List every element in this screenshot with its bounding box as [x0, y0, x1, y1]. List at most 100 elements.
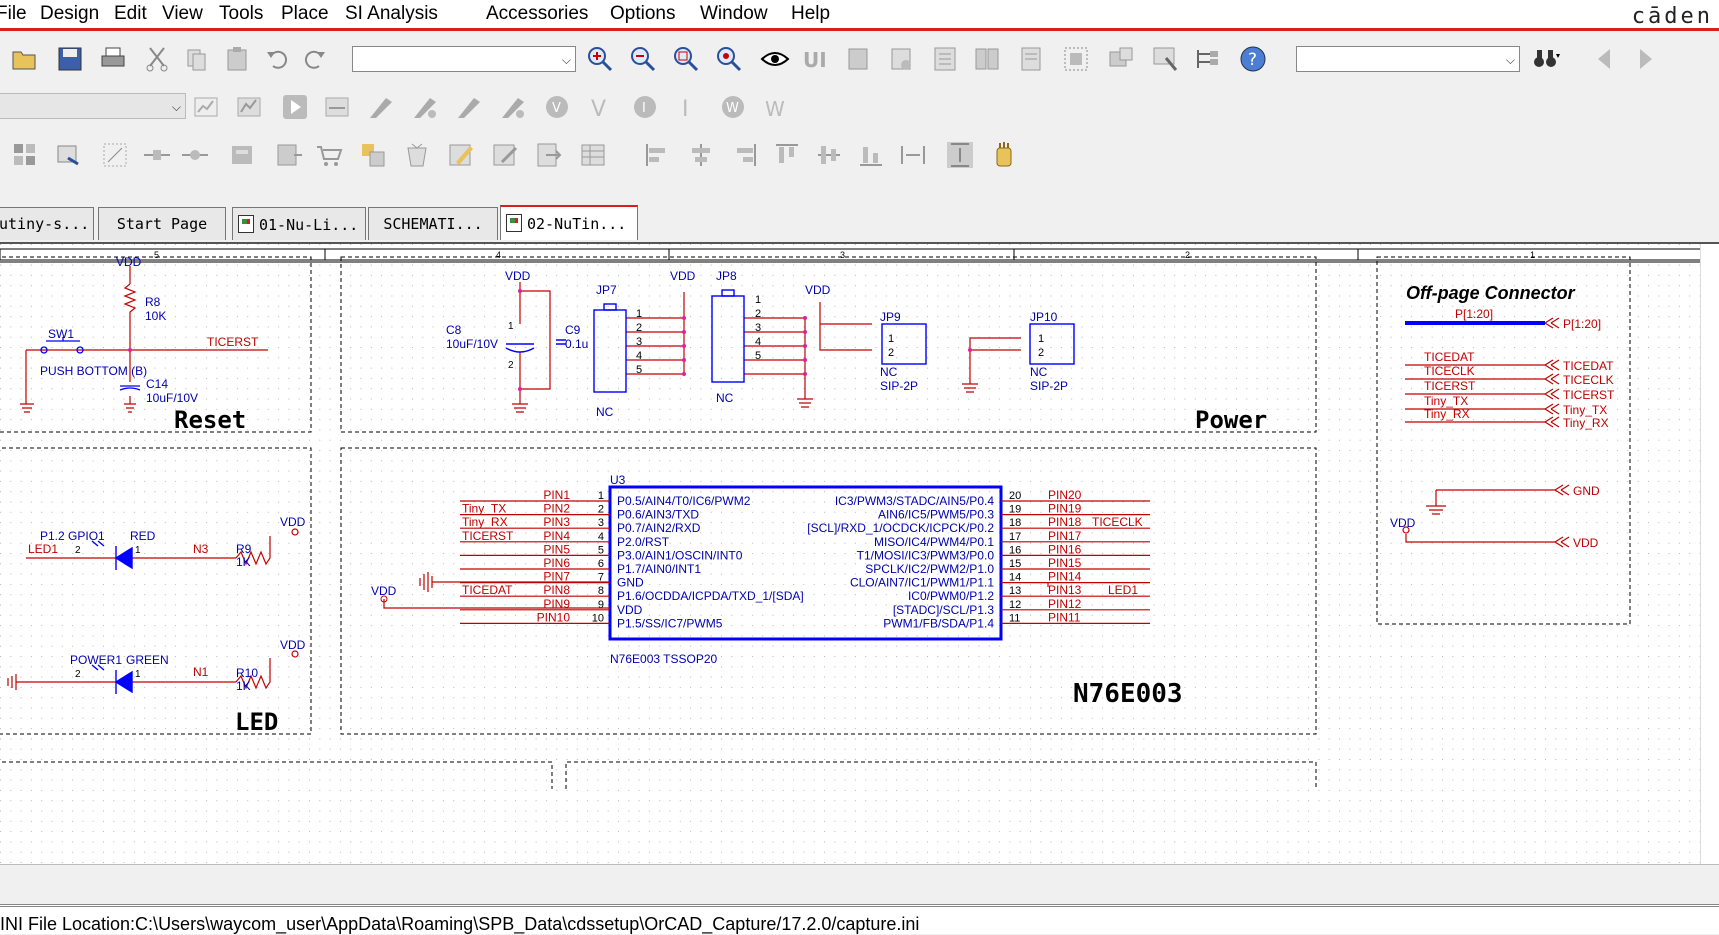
- chevron-down-icon: ⌵: [1505, 53, 1515, 67]
- bias-i-toggle-icon[interactable]: I: [674, 92, 704, 122]
- mcu-left-pin-function: P1.6/OCDDA/ICPDA/TXD_1/[SDA]: [617, 589, 804, 603]
- bias-i-icon[interactable]: I: [630, 92, 660, 122]
- profile-combo[interactable]: ⌵: [0, 93, 186, 119]
- cart-icon[interactable]: [314, 140, 344, 170]
- print-icon[interactable]: [98, 44, 128, 74]
- eye-icon[interactable]: [760, 44, 790, 74]
- hand-icon[interactable]: [990, 140, 1020, 170]
- run-icon[interactable]: [280, 92, 310, 122]
- footprint-icon[interactable]: [358, 140, 388, 170]
- paste-icon[interactable]: [222, 44, 252, 74]
- grid-toggle-icon[interactable]: [100, 140, 130, 170]
- bias-w-icon[interactable]: W: [718, 92, 748, 122]
- mcu-left-pin-function: P1.5/SS/IC7/PWM5: [617, 616, 723, 630]
- mcu-right-pin-num: 15: [1009, 558, 1021, 570]
- tab-label: 02-NuTin...: [527, 215, 627, 233]
- ascend-icon[interactable]: [1016, 44, 1046, 74]
- place-part-icon[interactable]: [274, 140, 304, 170]
- align-middle-icon[interactable]: [814, 140, 844, 170]
- help-icon[interactable]: ?: [1238, 44, 1268, 74]
- redo-icon[interactable]: [300, 44, 330, 74]
- new-part-icon[interactable]: [886, 44, 916, 74]
- schematic-canvas[interactable]: 5 4 3 2 1 VDD R8 10K SW1 TICERST PUSH BO…: [0, 244, 1719, 864]
- align-right-icon[interactable]: [730, 140, 760, 170]
- results-icon[interactable]: [323, 92, 353, 122]
- prev-icon[interactable]: [1590, 44, 1620, 74]
- edit-note-icon[interactable]: [490, 140, 520, 170]
- d1-ref: P1.2 GPIO1: [40, 529, 105, 543]
- diff-marker-icon[interactable]: [498, 92, 528, 122]
- mcu-left-pin-num: 1: [598, 490, 604, 502]
- menu-place[interactable]: Place: [281, 3, 329, 25]
- zoom-area-icon[interactable]: [671, 44, 701, 74]
- align-top-icon[interactable]: [772, 140, 802, 170]
- tab-01-nu-li[interactable]: 01-Nu-Li...: [232, 207, 366, 240]
- align-left-icon[interactable]: [642, 140, 672, 170]
- voltage-marker-icon[interactable]: [366, 92, 396, 122]
- distribute-v-icon[interactable]: [945, 140, 975, 170]
- descend-icon[interactable]: [972, 44, 1002, 74]
- tab-utiny[interactable]: utiny-s...: [0, 207, 94, 240]
- binoculars-icon[interactable]: [1530, 44, 1560, 74]
- n1-net: N1: [193, 665, 209, 679]
- annotate-icon[interactable]: [10, 140, 40, 170]
- hierarchy-icon[interactable]: [930, 44, 960, 74]
- zoom-out-icon[interactable]: [628, 44, 658, 74]
- align-bottom-icon[interactable]: [856, 140, 886, 170]
- tab-start-page[interactable]: Start Page: [98, 207, 226, 240]
- menu-si-analysis[interactable]: SI Analysis: [345, 3, 438, 25]
- bias-v-icon[interactable]: V: [542, 92, 572, 122]
- bom-icon[interactable]: [54, 140, 84, 170]
- tree-icon[interactable]: [1192, 44, 1222, 74]
- menu-file[interactable]: File: [0, 3, 27, 25]
- next-icon[interactable]: [1630, 44, 1660, 74]
- menu-tools[interactable]: Tools: [219, 3, 263, 25]
- zoom-all-icon[interactable]: [714, 44, 744, 74]
- menu-window[interactable]: Window: [700, 3, 768, 25]
- export-icon[interactable]: [534, 140, 564, 170]
- net-alias-icon[interactable]: [228, 140, 258, 170]
- unit-icon[interactable]: UI: [800, 44, 830, 74]
- menu-accessories[interactable]: Accessories: [486, 3, 588, 25]
- search-combo[interactable]: ⌵: [1296, 46, 1520, 72]
- cut-icon[interactable]: [142, 44, 172, 74]
- tab-schematic[interactable]: SCHEMATI...: [368, 207, 498, 240]
- jp8-pin-5: 5: [755, 350, 761, 362]
- part-combo[interactable]: ⌵: [352, 46, 576, 72]
- copy-icon[interactable]: [182, 44, 212, 74]
- jp10-ref: JP10: [1030, 310, 1058, 324]
- edit-props-icon[interactable]: [446, 140, 476, 170]
- mcu-right-pin-function: IC3/PWM3/STADC/AIN5/P0.4: [835, 494, 994, 508]
- current-marker-icon[interactable]: [410, 92, 440, 122]
- align-center-icon[interactable]: [686, 140, 716, 170]
- distribute-h-icon[interactable]: [898, 140, 928, 170]
- open-icon[interactable]: [10, 44, 40, 74]
- simulate-icon[interactable]: [192, 92, 222, 122]
- cross-probe-icon[interactable]: [1150, 44, 1180, 74]
- schematic-drawing[interactable]: 5 4 3 2 1 VDD R8 10K SW1 TICERST PUSH BO…: [0, 244, 1701, 864]
- power-vdd-3: VDD: [805, 283, 831, 297]
- library-icon[interactable]: [402, 140, 432, 170]
- tab-02-nutin[interactable]: 02-NuTin...: [500, 205, 638, 240]
- power-marker-icon[interactable]: [454, 92, 484, 122]
- vertical-scrollbar[interactable]: [1700, 244, 1719, 864]
- edit-part-icon[interactable]: [843, 44, 873, 74]
- opc-net-tiny-tx: Tiny_TX: [1424, 394, 1468, 408]
- menu-edit[interactable]: Edit: [114, 3, 147, 25]
- menu-view[interactable]: View: [162, 3, 203, 25]
- bias-w-toggle-icon[interactable]: W: [762, 92, 792, 122]
- menu-help[interactable]: Help: [791, 3, 830, 25]
- wire-icon[interactable]: [142, 140, 172, 170]
- zoom-in-icon[interactable]: [585, 44, 615, 74]
- undo-icon[interactable]: [262, 44, 292, 74]
- table-icon[interactable]: [578, 140, 608, 170]
- bus-icon[interactable]: [180, 140, 210, 170]
- save-icon[interactable]: [55, 44, 85, 74]
- menu-design[interactable]: Design: [40, 3, 99, 25]
- menu-options[interactable]: Options: [610, 3, 675, 25]
- toolbar-draw: [0, 130, 1719, 178]
- netlist-icon[interactable]: [1106, 44, 1136, 74]
- bias-v-toggle-icon[interactable]: V: [586, 92, 616, 122]
- drc-icon[interactable]: [1061, 44, 1091, 74]
- sim-settings-icon[interactable]: [235, 92, 265, 122]
